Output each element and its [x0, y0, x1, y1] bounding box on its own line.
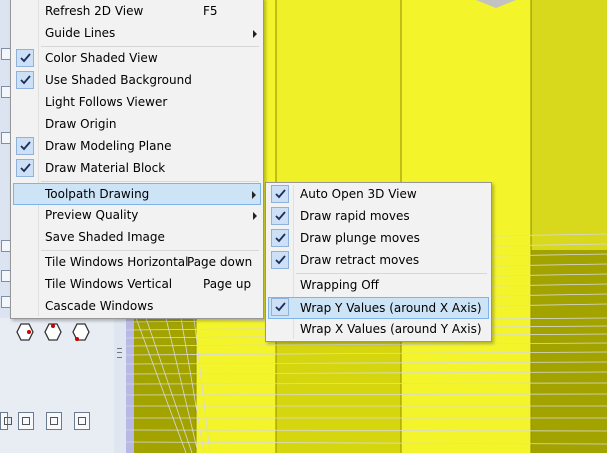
menu-item-label: Wrap X Values (around Y Axis) [300, 322, 482, 336]
menu-item-label: Refresh 2D View [45, 4, 144, 18]
checkmark-icon [271, 251, 289, 269]
toolpath-drawing-submenu: Auto Open 3D View Draw rapid moves Draw … [265, 182, 492, 342]
menu-item-cascade-windows[interactable]: Cascade Windows [13, 296, 261, 318]
checkmark-icon [271, 207, 289, 225]
submenu-arrow-icon [253, 212, 257, 220]
menu-item-guide-lines[interactable]: Guide Lines [13, 23, 261, 45]
hex-tool-icon[interactable] [16, 323, 34, 341]
menu-item-wrap-y-values[interactable]: Wrap Y Values (around X Axis) [268, 297, 489, 319]
menu-item-color-shaded-view[interactable]: Color Shaded View [13, 48, 261, 70]
menu-item-auto-open-3d-view[interactable]: Auto Open 3D View [268, 184, 489, 206]
menu-item-light-follows-viewer[interactable]: Light Follows Viewer [13, 92, 261, 114]
align-tool-icon[interactable] [18, 412, 34, 430]
menu-item-label: Preview Quality [45, 208, 139, 222]
distribute-tool-icon[interactable] [46, 412, 62, 430]
menu-item-label: Use Shaded Background [45, 73, 192, 87]
menu-item-label: Guide Lines [45, 26, 116, 40]
submenu-arrow-icon [252, 191, 256, 199]
checkmark-icon [271, 229, 289, 247]
menu-item-label: Draw rapid moves [300, 209, 410, 223]
menu-item-label: Draw retract moves [300, 253, 420, 267]
center-tool-icon[interactable] [74, 412, 90, 430]
menu-item-wrapping-off[interactable]: Wrapping Off [268, 275, 489, 297]
submenu-arrow-icon [253, 30, 257, 38]
menu-item-label: Light Follows Viewer [45, 95, 168, 109]
checkmark-icon [16, 71, 34, 89]
menu-item-label: Wrap Y Values (around X Axis) [300, 301, 482, 315]
menu-item-draw-material-block[interactable]: Draw Material Block [13, 158, 261, 180]
menu-item-wrap-x-values[interactable]: Wrap X Values (around Y Axis) [268, 319, 489, 341]
menu-item-shortcut: F5 [203, 4, 218, 18]
menu-item-label: Auto Open 3D View [300, 187, 417, 201]
menu-item-label: Draw Modeling Plane [45, 139, 172, 153]
checkmark-icon [16, 49, 34, 67]
menu-item-shortcut: Page down [187, 255, 253, 269]
menu-separator [41, 181, 259, 182]
menu-item-save-shaded-image[interactable]: Save Shaded Image [13, 227, 261, 249]
menu-item-label: Cascade Windows [45, 299, 154, 313]
menu-item-label: Draw plunge moves [300, 231, 420, 245]
menu-separator [296, 273, 487, 274]
tool-strip [0, 318, 120, 453]
menu-item-draw-rapid-moves[interactable]: Draw rapid moves [268, 206, 489, 228]
view-context-menu: Refresh 2D View F5 Guide Lines Color Sha… [10, 0, 264, 319]
menu-item-shortcut: Page up [203, 277, 252, 291]
checkmark-icon [271, 298, 289, 316]
menu-item-toolpath-drawing[interactable]: Toolpath Drawing [13, 183, 261, 205]
menu-item-label: Tile Windows Horizontal [45, 255, 189, 269]
menu-item-use-shaded-background[interactable]: Use Shaded Background [13, 70, 261, 92]
checkmark-icon [16, 137, 34, 155]
menu-item-tile-windows-horizontal[interactable]: Tile Windows Horizontal Page down [13, 252, 261, 274]
menu-item-label: Draw Material Block [45, 161, 166, 175]
hex-tool-icon[interactable] [72, 323, 90, 341]
toolbar-button-icon[interactable] [0, 412, 12, 430]
menu-item-label: Wrapping Off [300, 278, 379, 292]
checkmark-icon [271, 185, 289, 203]
hex-tool-icon[interactable] [44, 323, 62, 341]
menu-item-refresh-2d-view[interactable]: Refresh 2D View F5 [13, 1, 261, 23]
menu-item-draw-plunge-moves[interactable]: Draw plunge moves [268, 228, 489, 250]
checkmark-icon [16, 159, 34, 177]
splitter-grip-icon [117, 348, 122, 358]
menu-item-preview-quality[interactable]: Preview Quality [13, 205, 261, 227]
menu-item-label: Draw Origin [45, 117, 117, 131]
panel-splitter[interactable] [114, 318, 126, 453]
menu-item-tile-windows-vertical[interactable]: Tile Windows Vertical Page up [13, 274, 261, 296]
menu-item-label: Tile Windows Vertical [45, 277, 173, 291]
menu-item-draw-modeling-plane[interactable]: Draw Modeling Plane [13, 136, 261, 158]
menu-item-label: Save Shaded Image [45, 230, 165, 244]
menu-separator [41, 46, 259, 47]
menu-item-label: Color Shaded View [45, 51, 158, 65]
menu-item-label: Toolpath Drawing [45, 187, 150, 201]
menu-item-draw-retract-moves[interactable]: Draw retract moves [268, 250, 489, 272]
menu-item-draw-origin[interactable]: Draw Origin [13, 114, 261, 136]
menu-separator [41, 250, 259, 251]
